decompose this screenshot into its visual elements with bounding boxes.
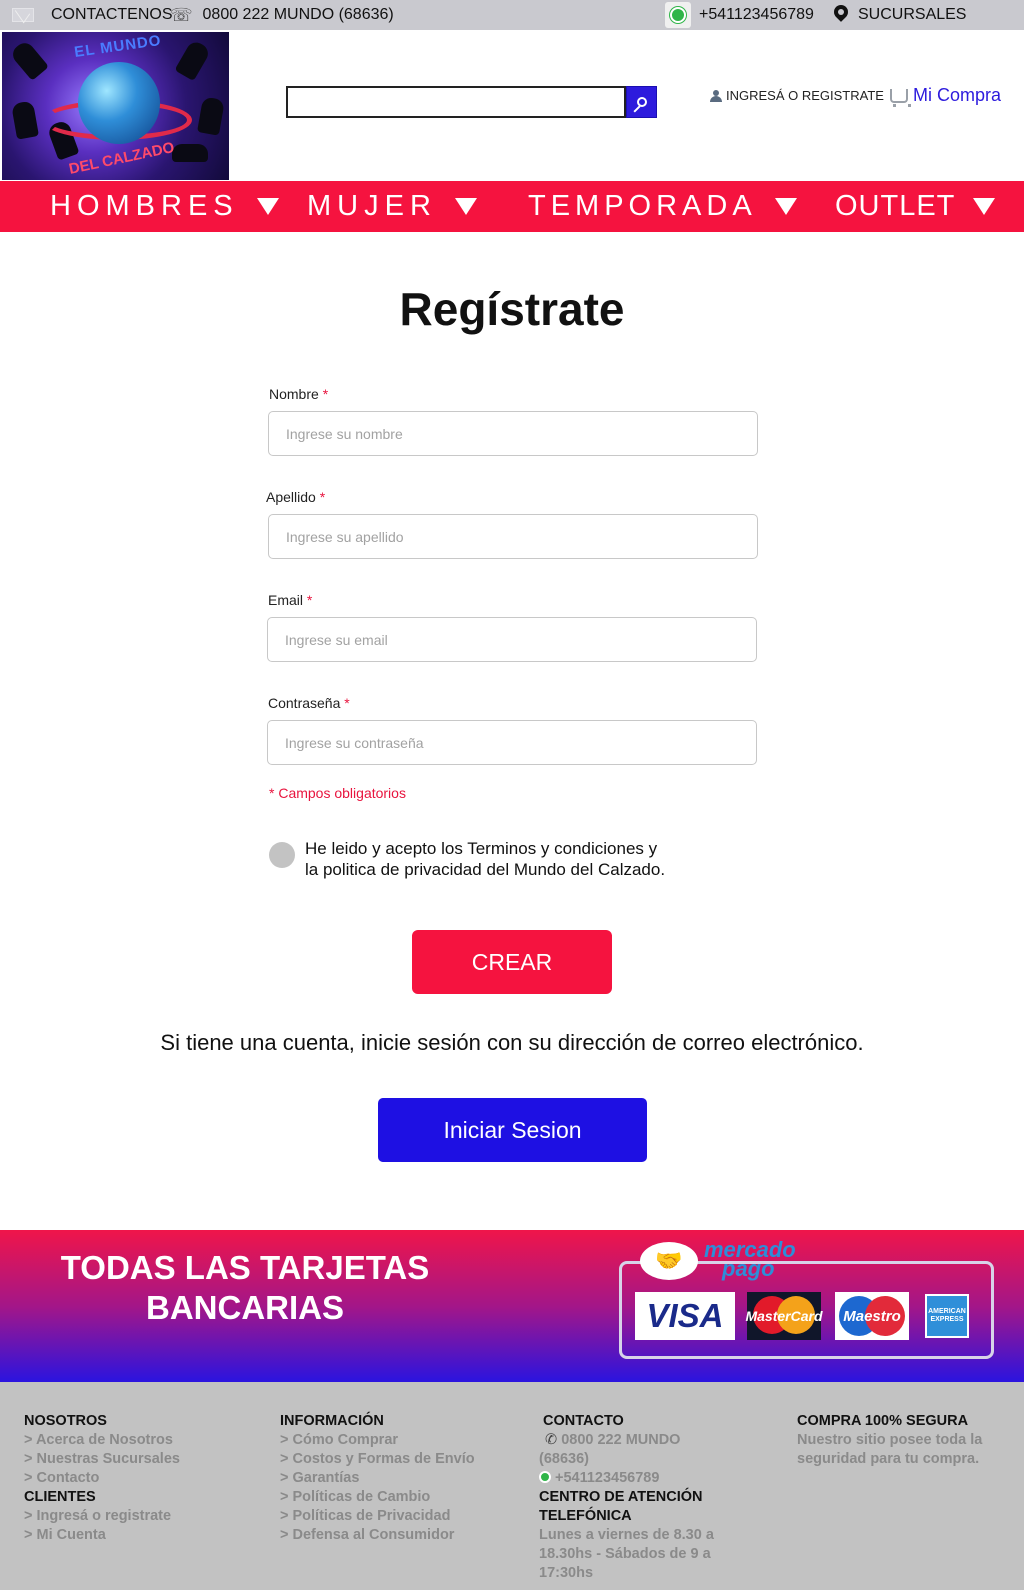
footer-col-contacto: CONTACTO ✆ 0800 222 MUNDO (68636) +54112… <box>539 1413 714 1581</box>
required-fields-note: * Campos obligatorios <box>269 785 406 801</box>
nav-label: HOMBRES <box>50 190 239 222</box>
footer-link[interactable]: > Políticas de Privacidad <box>280 1507 475 1526</box>
email-field[interactable] <box>267 617 757 662</box>
footer-link[interactable]: > Mi Cuenta <box>24 1526 180 1545</box>
footer-link[interactable]: > Ingresá o registrate <box>24 1507 180 1526</box>
branches-label: SUCURSALES <box>858 6 967 23</box>
footer-heading: CONTACTO <box>543 1413 624 1429</box>
login-button[interactable]: Iniciar Sesion <box>378 1098 647 1162</box>
password-field[interactable] <box>267 720 757 765</box>
contact-link[interactable]: CONTACTENOS <box>12 0 172 30</box>
banner-title: TODAS LAS TARJETAS BANCARIAS <box>60 1249 430 1326</box>
password-label: Contraseña * <box>268 695 350 711</box>
footer-whatsapp[interactable]: +541123456789 <box>539 1469 714 1488</box>
maestro-logo: Maestro <box>835 1292 909 1340</box>
footer-link[interactable]: > Acerca de Nosotros <box>24 1431 180 1450</box>
search-button[interactable] <box>626 86 657 118</box>
nav-item-temporada[interactable]: TEMPORADA <box>528 181 797 232</box>
footer-link[interactable]: > Cómo Comprar <box>280 1431 475 1450</box>
amex-logo: AMERICAN EXPRESS <box>925 1294 969 1338</box>
dropdown-arrow-icon <box>973 198 996 215</box>
footer-col-nosotros: NOSOTROS > Acerca de Nosotros > Nuestras… <box>24 1412 180 1545</box>
first-name-label: Nombre * <box>269 386 329 402</box>
nav-label: TEMPORADA <box>528 190 757 222</box>
mastercard-logo: MasterCard <box>745 1292 823 1340</box>
footer-phone[interactable]: ✆ 0800 222 MUNDO <box>539 1431 714 1450</box>
payment-banner: TODAS LAS TARJETAS BANCARIAS 🤝 mercado p… <box>0 1230 1024 1382</box>
dropdown-arrow-icon <box>256 198 279 215</box>
footer-col-segura: COMPRA 100% SEGURA Nuestro sitio posee t… <box>797 1413 983 1467</box>
user-icon <box>710 89 722 102</box>
footer: NOSOTROS > Acerca de Nosotros > Nuestras… <box>0 1382 1024 1590</box>
footer-heading: NOSOTROS <box>24 1413 107 1429</box>
email-label: Email * <box>268 592 313 608</box>
footer-heading: INFORMACIÓN <box>280 1413 384 1429</box>
phone-icon: ☏ <box>170 4 193 25</box>
footer-heading: COMPRA 100% SEGURA <box>797 1413 969 1429</box>
mail-icon <box>12 8 34 22</box>
footer-heading: CLIENTES <box>24 1489 96 1505</box>
whatsapp-number: +541123456789 <box>699 6 814 23</box>
whatsapp-link[interactable]: +541123456789 <box>665 0 814 30</box>
nav-label: OUTLET <box>835 190 956 222</box>
logo-text-bottom: DEL CALZADO <box>67 139 176 178</box>
main-nav: HOMBRES MUJER TEMPORADA OUTLET <box>0 181 1024 232</box>
nav-item-mujer[interactable]: MUJER <box>307 181 477 232</box>
mercado-pago-logo: mercado pago <box>704 1237 796 1281</box>
login-register-link[interactable]: INGRESÁ O REGISTRATE <box>710 88 884 103</box>
whatsapp-icon <box>539 1471 551 1483</box>
contact-label: CONTACTENOS <box>51 6 173 23</box>
terms-checkbox[interactable] <box>269 842 295 868</box>
dropdown-arrow-icon <box>454 198 477 215</box>
footer-col-informacion: INFORMACIÓN > Cómo Comprar > Costos y Fo… <box>280 1412 475 1545</box>
terms-text: He leido y acepto los Terminos y condici… <box>305 839 666 879</box>
footer-link[interactable]: > Costos y Formas de Envío <box>280 1450 475 1469</box>
map-pin-icon <box>834 5 848 25</box>
footer-link[interactable]: > Garantías <box>280 1469 475 1488</box>
whatsapp-icon <box>665 2 691 28</box>
phone-link[interactable]: ☏ 0800 222 MUNDO (68636) <box>170 0 394 30</box>
globe-icon <box>78 62 160 144</box>
last-name-label: Apellido * <box>266 489 326 505</box>
dropdown-arrow-icon <box>774 198 797 215</box>
search-icon <box>636 97 647 107</box>
cart-icon <box>890 88 911 107</box>
search-input[interactable] <box>286 86 626 118</box>
top-bar: CONTACTENOS ☏ 0800 222 MUNDO (68636) +54… <box>0 0 1024 30</box>
cart-label: Mi Compra <box>913 85 1002 105</box>
login-label: INGRESÁ O REGISTRATE <box>726 88 884 103</box>
signin-prompt: Si tiene una cuenta, inicie sesión con s… <box>160 1030 864 1055</box>
create-account-button[interactable]: CREAR <box>412 930 612 994</box>
phone-icon: ✆ <box>545 1432 558 1448</box>
footer-link[interactable]: > Políticas de Cambio <box>280 1488 475 1507</box>
nav-item-hombres[interactable]: HOMBRES <box>50 181 279 232</box>
logo-text-top: EL MUNDO <box>73 32 163 62</box>
site-logo[interactable]: EL MUNDO DEL CALZADO <box>2 32 229 180</box>
cart-link[interactable]: Mi Compra <box>890 85 1002 107</box>
page-title: Regístrate <box>399 283 625 335</box>
nav-label: MUJER <box>307 190 437 222</box>
last-name-field[interactable] <box>268 514 758 559</box>
phone-number: 0800 222 MUNDO (68636) <box>202 6 394 23</box>
first-name-field[interactable] <box>268 411 758 456</box>
footer-link[interactable]: > Defensa al Consumidor <box>280 1526 475 1545</box>
footer-link[interactable]: > Nuestras Sucursales <box>24 1450 180 1469</box>
handshake-icon: 🤝 <box>640 1242 698 1280</box>
nav-item-outlet[interactable]: OUTLET <box>835 181 996 232</box>
visa-card-logo: VISA <box>635 1292 735 1340</box>
branches-link[interactable]: SUCURSALES <box>834 0 966 30</box>
footer-link[interactable]: > Contacto <box>24 1469 180 1488</box>
